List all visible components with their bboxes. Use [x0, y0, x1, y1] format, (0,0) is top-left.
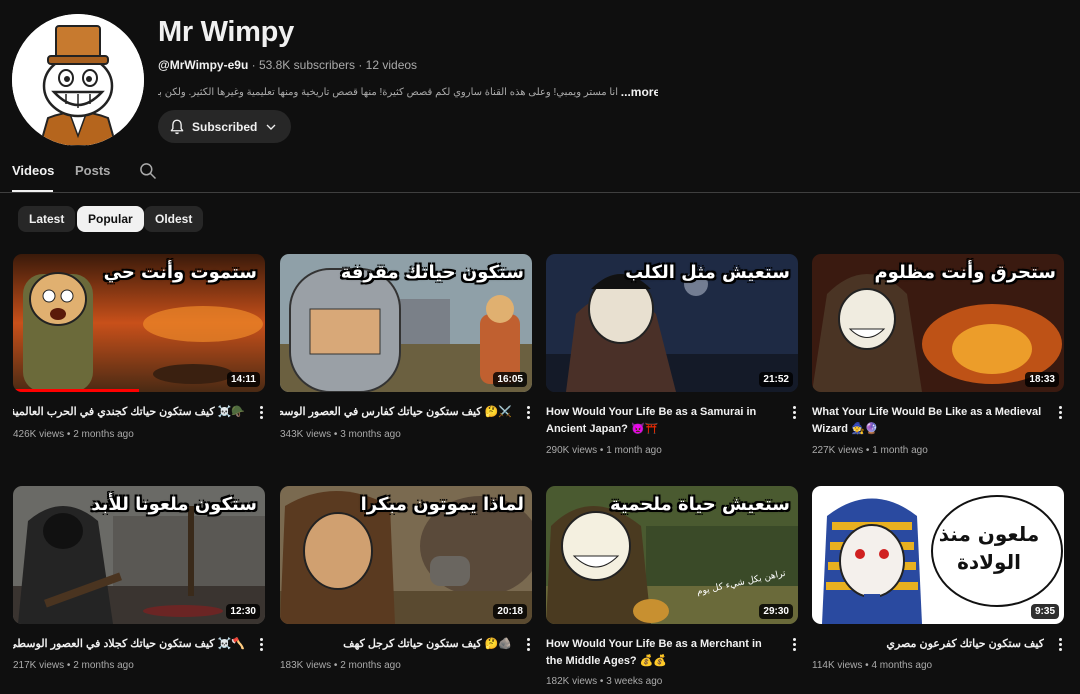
upload-age: 3 weeks ago [606, 676, 663, 687]
thumbnail-title: ستكون حياتك مقرفة [340, 262, 524, 283]
upload-age: 2 months ago [73, 660, 134, 671]
upload-age: 1 month ago [606, 445, 662, 456]
video-card: ستكون ملعونا للأبد 12:30 🪓☠️ كيف ستكون ح… [13, 486, 265, 671]
filter-oldest[interactable]: Oldest [144, 206, 204, 232]
channel-avatar[interactable] [12, 14, 144, 146]
video-duration: 9:35 [1030, 604, 1059, 619]
video-thumbnail[interactable]: ستعيش مثل الكلب 21:52 [546, 254, 798, 392]
upload-age: 4 months ago [871, 660, 933, 671]
channel-stats: · 53.8K subscribers · 12 videos [251, 58, 418, 72]
more-options-icon[interactable] [1054, 405, 1066, 421]
channel-name: Mr Wimpy [158, 16, 294, 48]
view-count: 290K views [546, 445, 598, 456]
video-duration: 20:18 [493, 604, 527, 619]
more-options-icon[interactable] [522, 405, 534, 421]
view-count: 426K views [13, 429, 65, 440]
more-options-icon[interactable] [1054, 637, 1066, 653]
upload-age: 2 months ago [73, 429, 134, 440]
video-thumbnail[interactable]: لماذا يموتون مبكرا 20:18 [280, 486, 532, 624]
video-title[interactable]: What Your Life Would Be Like as a Mediev… [812, 404, 1044, 438]
video-thumbnail[interactable]: ستكون حياتك مقرفة 16:05 [280, 254, 532, 392]
subscribed-button[interactable]: Subscribed [158, 110, 292, 143]
thumbnail-title: ستعيش مثل الكلب [625, 262, 790, 283]
view-count: 343K views [280, 429, 332, 440]
channel-handle: @MrWimpy-e9u [158, 58, 249, 72]
video-title[interactable]: ⚔️🤔 كيف ستكون حياتك كفارس في العصور الوس… [280, 404, 512, 421]
search-icon[interactable] [138, 161, 158, 186]
upload-age: 2 months ago [340, 660, 401, 671]
video-thumbnail[interactable]: ستكون ملعونا للأبد 12:30 [13, 486, 265, 624]
more-options-icon[interactable] [255, 405, 267, 421]
video-duration: 21:52 [759, 372, 793, 387]
video-meta: 114K views • 4 months ago [812, 660, 933, 671]
video-card: ستعيش مثل الكلب 21:52 How Would Your Lif… [546, 254, 798, 456]
subscribed-label: Subscribed [192, 119, 258, 134]
upload-age: 1 month ago [872, 445, 928, 456]
thumbnail-title: لماذا يموتون مبكرا [360, 494, 524, 515]
video-card: لماذا يموتون مبكرا 20:18 🪨🤔 كيف ستكون حي… [280, 486, 532, 671]
view-count: 114K views [812, 660, 863, 671]
channel-description[interactable]: أنا مستر ويمبي! وعلى هذه القناة سأروي لك… [158, 85, 658, 99]
video-card: ستحرق وأنت مظلوم 18:33 What Your Life Wo… [812, 254, 1064, 456]
video-title[interactable]: How Would Your Life Be as a Samurai in A… [546, 404, 778, 438]
video-meta: 426K views • 2 months ago [13, 429, 134, 440]
thumbnail-title: ستحرق وأنت مظلوم [874, 262, 1056, 283]
video-duration: 12:30 [226, 604, 260, 619]
mascot-illustration [12, 14, 144, 146]
tab-posts[interactable]: Posts [75, 163, 110, 178]
video-meta: 183K views • 2 months ago [280, 660, 401, 671]
video-title[interactable]: 🪨🤔 كيف ستكون حياتك كرجل كهف [280, 636, 512, 653]
video-meta: 217K views • 2 months ago [13, 660, 134, 671]
more-link[interactable]: ...more [621, 85, 658, 99]
video-card: ملعون منذ الولادة 9:35 كيف ستكون حياتك ك… [812, 486, 1064, 671]
video-thumbnail[interactable]: ستحرق وأنت مظلوم 18:33 [812, 254, 1064, 392]
view-count: 183K views [280, 660, 332, 671]
video-title[interactable]: 🪖☠️ كيف ستكون حياتك كجندي في الحرب العال… [13, 404, 245, 421]
view-count: 182K views [546, 676, 598, 687]
video-duration: 18:33 [1025, 372, 1059, 387]
video-duration: 29:30 [759, 604, 793, 619]
video-thumbnail[interactable]: ستموت وأنت حي 14:11 [13, 254, 265, 392]
video-title[interactable]: 🪓☠️ كيف ستكون حياتك كجلاد في العصور الوس… [13, 636, 245, 653]
video-title[interactable]: How Would Your Life Be as a Merchant in … [546, 636, 778, 670]
more-options-icon[interactable] [788, 405, 800, 421]
thumbnail-title: ستموت وأنت حي [103, 262, 257, 283]
active-tab-indicator [12, 190, 53, 192]
channel-tabs: Videos Posts [0, 155, 1080, 193]
channel-description-text: أنا مستر ويمبي! وعلى هذه القناة سأروي لك… [158, 86, 618, 98]
video-thumbnail[interactable]: ملعون منذ الولادة 9:35 [812, 486, 1064, 624]
view-count: 227K views [812, 445, 864, 456]
filter-latest[interactable]: Latest [18, 206, 76, 232]
video-card: ستعيش حياة ملحمية تراهن بكل شيء كل يوم 2… [546, 486, 798, 687]
tab-videos[interactable]: Videos [12, 163, 54, 178]
video-thumbnail[interactable]: ستعيش حياة ملحمية تراهن بكل شيء كل يوم 2… [546, 486, 798, 624]
video-title[interactable]: كيف ستكون حياتك كفرعون مصري [812, 636, 1044, 653]
video-card: ستموت وأنت حي 14:11 🪖☠️ كيف ستكون حياتك … [13, 254, 265, 440]
view-count: 217K views [13, 660, 65, 671]
more-options-icon[interactable] [788, 637, 800, 653]
video-meta: 182K views • 3 weeks ago [546, 676, 663, 687]
video-duration: 16:05 [493, 372, 527, 387]
chevron-down-icon [266, 124, 276, 130]
bell-icon [170, 119, 184, 134]
video-meta: 343K views • 3 months ago [280, 429, 401, 440]
more-options-icon[interactable] [522, 637, 534, 653]
filter-popular[interactable]: Popular [77, 206, 144, 232]
video-duration: 14:11 [226, 372, 260, 387]
upload-age: 3 months ago [340, 429, 401, 440]
more-options-icon[interactable] [255, 637, 267, 653]
video-card: ستكون حياتك مقرفة 16:05 ⚔️🤔 كيف ستكون حي… [280, 254, 532, 440]
thumbnail-title: ستكون ملعونا للأبد [91, 494, 257, 515]
video-meta: 227K views • 1 month ago [812, 445, 928, 456]
video-meta: 290K views • 1 month ago [546, 445, 662, 456]
watch-progress-bar [13, 389, 139, 392]
thumbnail-title: ستعيش حياة ملحمية [609, 494, 790, 515]
channel-meta: @MrWimpy-e9u · 53.8K subscribers · 12 vi… [158, 58, 417, 72]
thumbnail-title: ملعون منذ الولادة [938, 522, 1040, 574]
